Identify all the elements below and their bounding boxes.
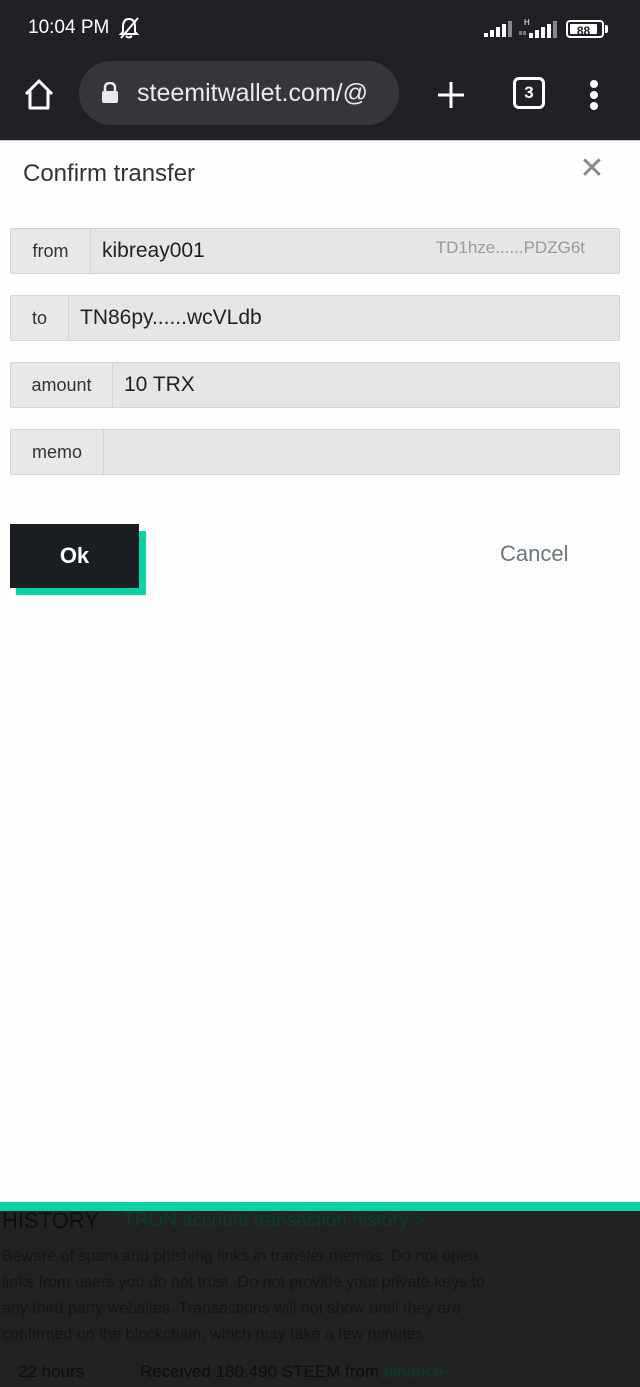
- home-icon[interactable]: [20, 76, 58, 114]
- page-background-overlay: HISTORY TRON account transaction history…: [0, 1202, 640, 1387]
- from-address: TD1hze......PDZG6t: [435, 238, 585, 257]
- history-item-link[interactable]: binance-: [384, 1362, 449, 1381]
- to-label: to: [11, 296, 69, 340]
- status-bar: 10:04 PM H 88: [0, 0, 640, 58]
- amount-label: amount: [11, 363, 113, 407]
- memo-value: [104, 430, 619, 474]
- url-text[interactable]: steemitwallet.com/@: [137, 79, 389, 108]
- status-time: 10:04 PM: [28, 17, 110, 38]
- phishing-warning: Beware of spam and phishing links in tra…: [2, 1248, 485, 1343]
- signal-icon: [484, 21, 512, 37]
- from-field: from kibreay001 TD1hze......PDZG6t: [10, 228, 620, 274]
- from-value: kibreay001 TD1hze......PDZG6t: [91, 229, 619, 273]
- more-menu-icon[interactable]: [582, 76, 606, 114]
- svg-text:H: H: [524, 18, 530, 27]
- browser-toolbar: steemitwallet.com/@ 3: [0, 58, 640, 140]
- battery-icon: 88: [566, 20, 604, 38]
- history-item-description: Received 180.490 STEEM from binance-: [140, 1362, 449, 1382]
- to-field: to TN86py......wcVLdb: [10, 295, 620, 341]
- history-item-text: Received 180.490 STEEM from: [140, 1362, 384, 1381]
- history-title: HISTORY: [2, 1208, 99, 1233]
- ok-button[interactable]: Ok: [10, 524, 139, 588]
- ok-button-wrapper: Ok: [10, 524, 146, 596]
- dialog-title: Confirm transfer: [23, 160, 196, 187]
- address-bar[interactable]: steemitwallet.com/@: [79, 61, 399, 125]
- lock-icon: [102, 82, 118, 103]
- amount-value: 10 TRX: [124, 373, 195, 396]
- bell-muted-icon: [118, 17, 140, 39]
- battery-level: 88: [576, 24, 591, 38]
- tab-switcher-button[interactable]: 3: [513, 77, 545, 109]
- from-label: from: [11, 229, 91, 273]
- new-tab-icon[interactable]: [432, 76, 470, 114]
- history-item-time: 22 hours: [18, 1362, 85, 1381]
- close-icon[interactable]: ✕: [578, 154, 606, 184]
- tron-history-link[interactable]: TRON account transaction history >: [123, 1210, 425, 1232]
- signal-h-icon: H: [519, 18, 557, 38]
- memo-label: memo: [11, 430, 104, 474]
- memo-field: memo: [10, 429, 620, 475]
- battery-nub: [605, 25, 608, 33]
- cancel-button[interactable]: Cancel: [500, 541, 568, 567]
- to-value: TN86py......wcVLdb: [80, 306, 262, 329]
- amount-field: amount 10 TRX: [10, 362, 620, 408]
- from-account: kibreay001: [102, 239, 205, 262]
